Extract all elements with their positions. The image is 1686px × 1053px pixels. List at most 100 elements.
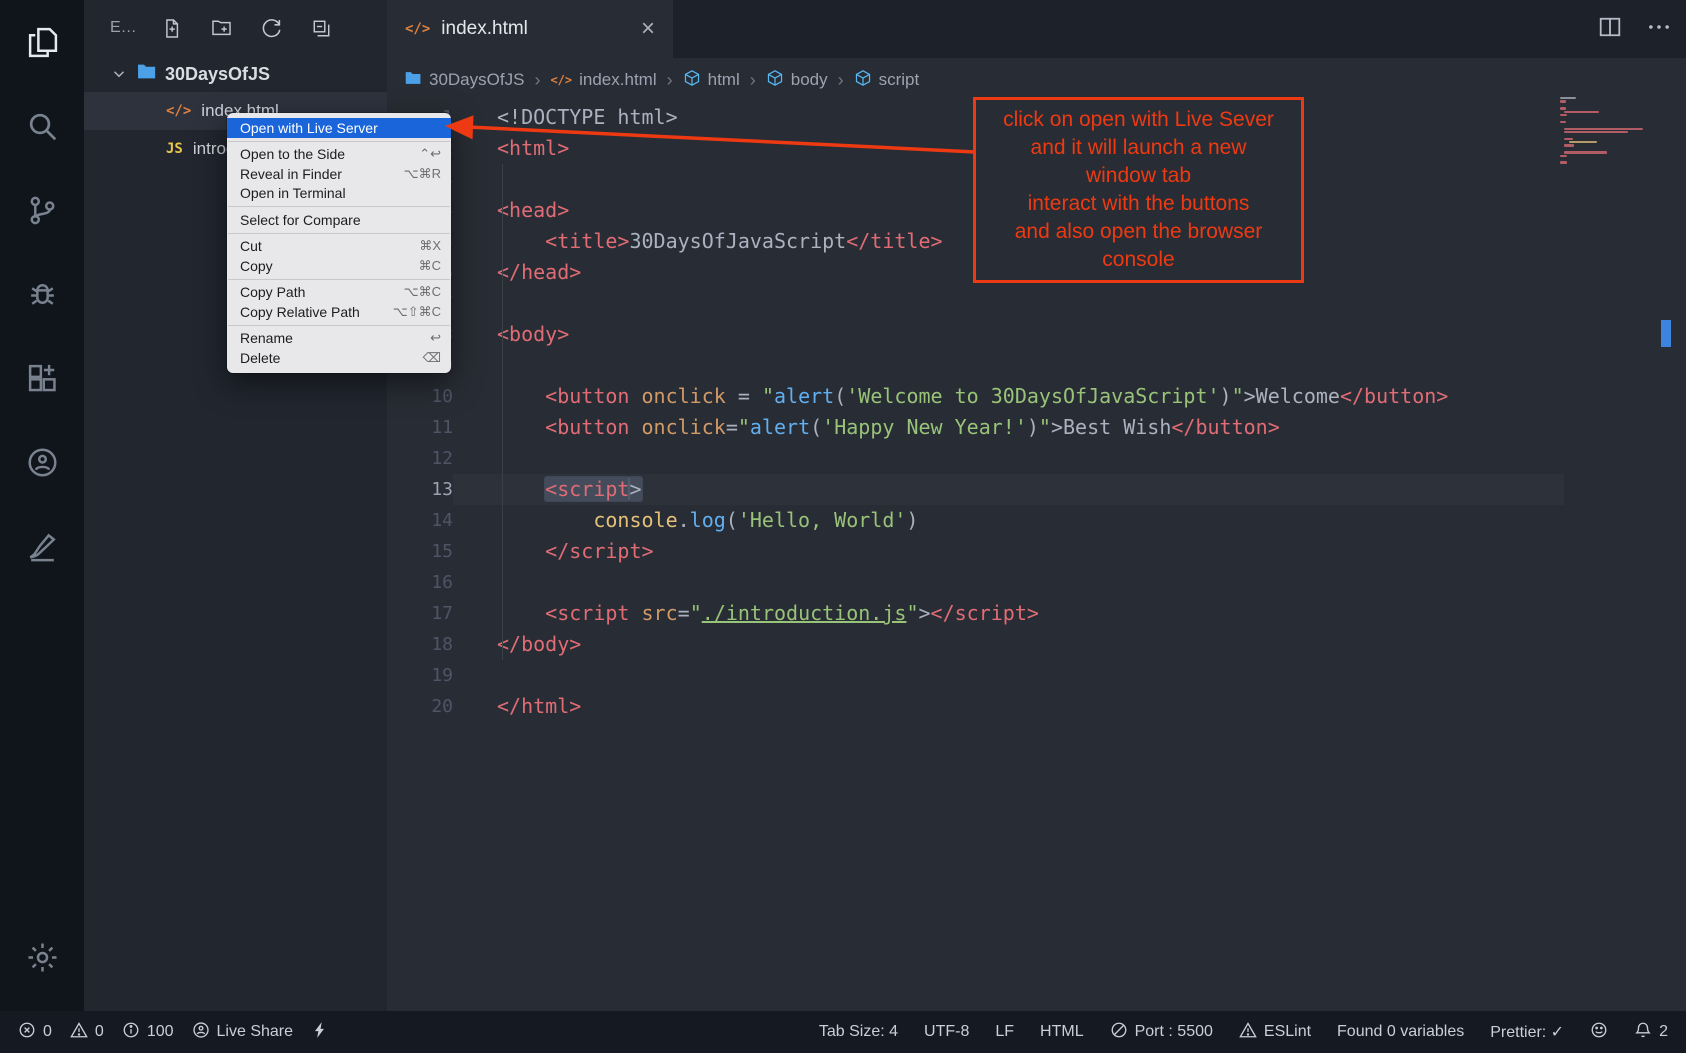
code-line-8[interactable]: 8<body>: [387, 319, 1686, 350]
menu-item-open-to-the-side[interactable]: Open to the Side⌃↩: [227, 145, 451, 165]
pen-icon[interactable]: [0, 504, 84, 588]
breadcrumb-body[interactable]: body: [763, 69, 831, 92]
status-lf[interactable]: LF: [995, 1023, 1014, 1041]
editor-actions: [1598, 0, 1672, 58]
status-100[interactable]: 100: [122, 1021, 174, 1044]
breadcrumb-script[interactable]: script: [851, 69, 923, 92]
live-share-icon[interactable]: [0, 420, 84, 504]
status-left: 0 0 100 Live Share: [18, 1021, 329, 1044]
menu-separator: [228, 279, 450, 280]
menu-item-copy[interactable]: Copy⌘C: [227, 256, 451, 276]
html-file-icon: </>: [550, 73, 572, 87]
debug-icon[interactable]: [0, 252, 84, 336]
status-prettier[interactable]: Prettier: ✓: [1490, 1022, 1564, 1042]
code-line-9[interactable]: 9: [387, 350, 1686, 381]
new-file-icon[interactable]: [155, 11, 189, 45]
menu-item-open-in-terminal[interactable]: Open in Terminal: [227, 184, 451, 204]
new-folder-icon[interactable]: [205, 11, 239, 45]
line-number: 15: [387, 536, 453, 567]
status-0[interactable]: 0: [70, 1021, 104, 1044]
refresh-icon[interactable]: [255, 11, 289, 45]
symbol-cube-icon: [766, 69, 784, 92]
status-0[interactable]: 0: [18, 1021, 52, 1044]
menu-item-label: Select for Compare: [240, 212, 441, 228]
code-line-19[interactable]: 19: [387, 660, 1686, 691]
code-line-7[interactable]: 7: [387, 288, 1686, 319]
breadcrumb-30daysofjs[interactable]: 30DaysOfJS: [401, 69, 527, 92]
more-actions-icon[interactable]: [1646, 14, 1672, 45]
menu-item-label: Copy Path: [240, 284, 404, 300]
explorer-icon[interactable]: [0, 0, 84, 84]
breadcrumb-separator: ›: [667, 70, 673, 91]
code-text: [453, 350, 1564, 381]
menu-separator: [228, 141, 450, 142]
status-smiley-icon[interactable]: [1590, 1021, 1608, 1044]
menu-item-reveal-in-finder[interactable]: Reveal in Finder⌥⌘R: [227, 164, 451, 184]
split-editor-icon[interactable]: [1598, 15, 1622, 44]
menu-item-label: Open in Terminal: [240, 185, 441, 201]
status-label: Live Share: [217, 1023, 294, 1041]
menu-item-delete[interactable]: Delete⌫: [227, 348, 451, 368]
bolt-icon: [311, 1021, 329, 1044]
status-bolt-icon[interactable]: [311, 1021, 329, 1044]
code-text: </script>: [453, 536, 1564, 567]
menu-item-cut[interactable]: Cut⌘X: [227, 237, 451, 257]
code-text: </html>: [453, 691, 1564, 722]
vscode-window: E… 30DaysOfJS </>index.htmlJSintroductio…: [0, 0, 1686, 1053]
menu-item-copy-path[interactable]: Copy Path⌥⌘C: [227, 283, 451, 303]
explorer-toolbar: [155, 11, 339, 45]
status-tab-size-4[interactable]: Tab Size: 4: [819, 1023, 898, 1041]
tab-bar: </> index.html ×: [387, 0, 1686, 58]
status-live-share[interactable]: Live Share: [192, 1021, 294, 1044]
code-line-16[interactable]: 16: [387, 567, 1686, 598]
code-text: console.log('Hello, World'): [453, 505, 1564, 536]
status-label: 0: [95, 1023, 104, 1041]
code-line-17[interactable]: 17 <script src="./introduction.js"></scr…: [387, 598, 1686, 629]
code-line-10[interactable]: 10 <button onclick = "alert('Welcome to …: [387, 381, 1686, 412]
code-line-12[interactable]: 12: [387, 443, 1686, 474]
status-found-0-variables[interactable]: Found 0 variables: [1337, 1023, 1464, 1041]
source-control-icon[interactable]: [0, 168, 84, 252]
code-line-13[interactable]: 13 <script>: [387, 474, 1686, 505]
line-number: 12: [387, 443, 453, 474]
line-number: 13: [387, 474, 453, 505]
line-number: 19: [387, 660, 453, 691]
status-label: LF: [995, 1023, 1014, 1041]
status-label: HTML: [1040, 1023, 1084, 1041]
close-icon[interactable]: ×: [641, 17, 655, 41]
status-port-5500[interactable]: Port : 5500: [1110, 1021, 1213, 1044]
menu-item-rename[interactable]: Rename↩: [227, 329, 451, 349]
gear-icon[interactable]: [0, 915, 84, 999]
code-line-14[interactable]: 14 console.log('Hello, World'): [387, 505, 1686, 536]
menu-separator: [228, 233, 450, 234]
breadcrumb: 30DaysOfJS›</>index.html›html›body›scrip…: [387, 58, 1686, 102]
code-line-20[interactable]: 20</html>: [387, 691, 1686, 722]
annotation-line: interact with the buttons: [976, 190, 1301, 218]
menu-item-select-for-compare[interactable]: Select for Compare: [227, 210, 451, 230]
code-text: </body>: [453, 629, 1564, 660]
extensions-icon[interactable]: [0, 336, 84, 420]
warning-icon: [1239, 1021, 1257, 1044]
menu-item-open-with-live-server[interactable]: Open with Live Server: [227, 118, 451, 138]
minimap[interactable]: [1560, 97, 1660, 165]
scrollbar-marker[interactable]: [1661, 320, 1671, 347]
search-icon[interactable]: [0, 84, 84, 168]
code-line-15[interactable]: 15 </script>: [387, 536, 1686, 567]
code-line-18[interactable]: 18</body>: [387, 629, 1686, 660]
smiley-icon: [1590, 1021, 1608, 1044]
breadcrumb-index-html[interactable]: </>index.html: [547, 70, 659, 90]
line-number: 16: [387, 567, 453, 598]
collapse-all-icon[interactable]: [305, 11, 339, 45]
status-utf-8[interactable]: UTF-8: [924, 1023, 969, 1041]
menu-item-copy-relative-path[interactable]: Copy Relative Path⌥⇧⌘C: [227, 302, 451, 322]
status-html[interactable]: HTML: [1040, 1023, 1084, 1041]
breadcrumb-html[interactable]: html: [680, 69, 743, 92]
tab-index-html[interactable]: </> index.html ×: [387, 0, 673, 58]
js-file-icon: JS: [166, 141, 183, 157]
folder-row-30daysofjs[interactable]: 30DaysOfJS: [84, 56, 387, 92]
menu-shortcut: ↩: [430, 330, 441, 346]
status-eslint[interactable]: ESLint: [1239, 1021, 1311, 1044]
activity-bar: [0, 0, 84, 1011]
status-2[interactable]: 2: [1634, 1021, 1668, 1044]
code-line-11[interactable]: 11 <button onclick="alert('Happy New Yea…: [387, 412, 1686, 443]
